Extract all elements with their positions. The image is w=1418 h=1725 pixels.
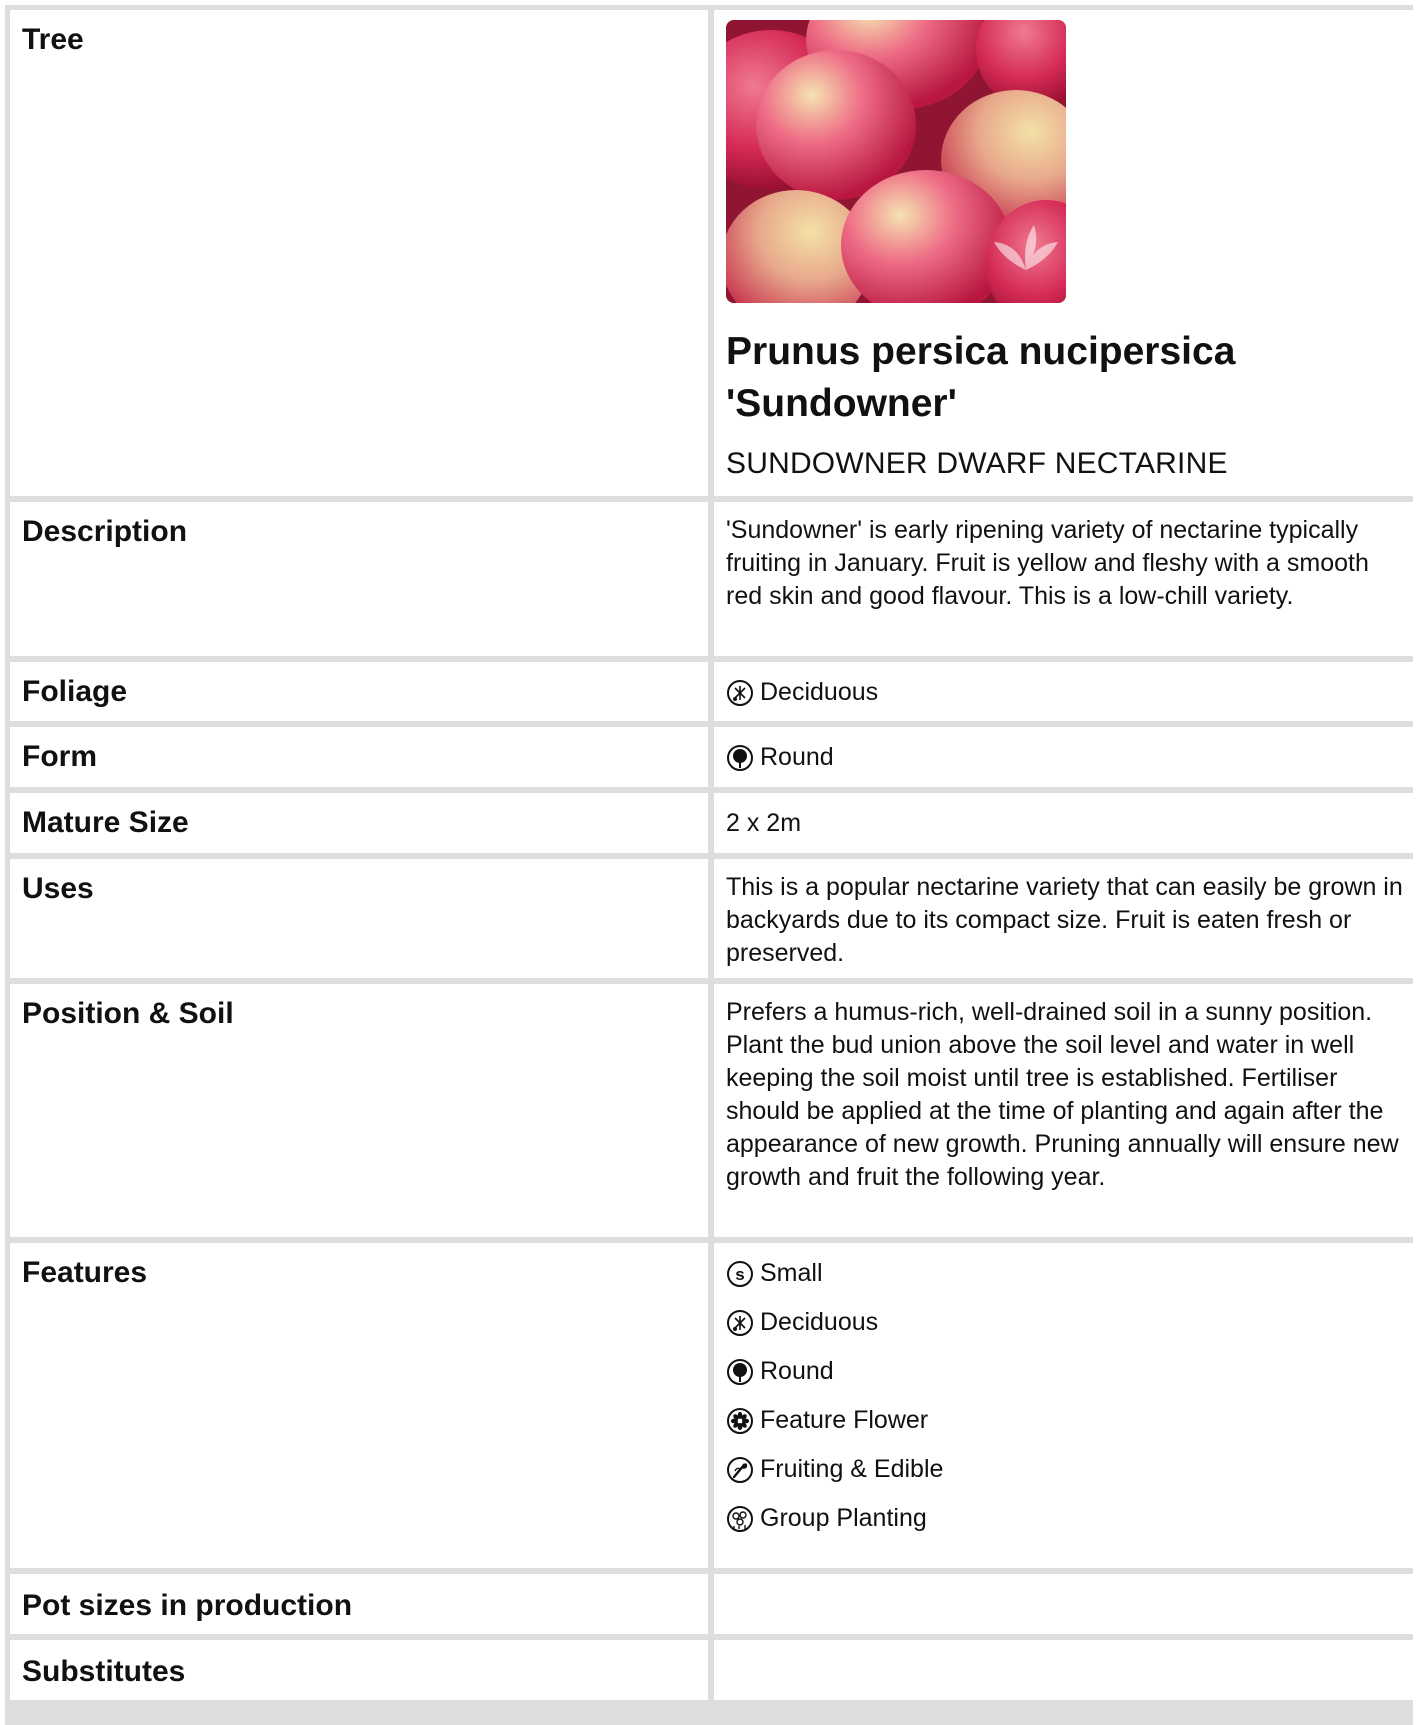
foliage-item: Deciduous <box>726 676 1404 709</box>
nectarine-photo <box>726 20 1066 303</box>
label-position-soil: Position & Soil <box>10 984 708 1237</box>
form-item: Round <box>726 741 1404 774</box>
label-description: Description <box>10 502 708 656</box>
label-features: Features <box>10 1243 708 1568</box>
round-form-icon <box>726 744 754 772</box>
feature-item: Fruiting & Edible <box>726 1453 1404 1486</box>
feature-label: Deciduous <box>760 1308 879 1336</box>
deciduous-icon <box>726 679 754 707</box>
feature-label: Round <box>760 1357 834 1385</box>
mature-size-value: 2 x 2m <box>714 793 1416 853</box>
botanical-name: Prunus persica nucipersica 'Sundowner' <box>726 330 1236 425</box>
feature-label: Feature Flower <box>760 1406 929 1434</box>
feature-label: Group Planting <box>760 1504 927 1532</box>
group-planting-icon <box>726 1505 754 1533</box>
nectarine-image <box>726 20 1066 303</box>
tree-header-cell: Prunus persica nucipersica 'Sundowner' S… <box>714 10 1416 496</box>
deciduous-icon <box>726 1309 754 1337</box>
round-form-icon <box>726 1358 754 1386</box>
feature-item: s Small <box>726 1257 1404 1290</box>
label-foliage: Foliage <box>10 662 708 721</box>
small-icon: s <box>726 1260 754 1288</box>
svg-text:s: s <box>735 1265 744 1284</box>
feature-label: Small <box>760 1259 823 1287</box>
feature-item: Feature Flower <box>726 1404 1404 1437</box>
label-tree: Tree <box>10 10 708 496</box>
features-list: s Small Deciduous Round Feature Flower F… <box>714 1243 1416 1568</box>
foliage-value: Deciduous <box>714 662 1416 721</box>
feature-flower-icon <box>726 1407 754 1435</box>
label-uses: Uses <box>10 859 708 978</box>
common-name: SUNDOWNER DWARF NECTARINE <box>726 447 1228 480</box>
form-label: Round <box>760 743 834 771</box>
label-form: Form <box>10 727 708 787</box>
substitutes-value <box>714 1640 1416 1700</box>
feature-label: Fruiting & Edible <box>760 1455 944 1483</box>
form-value: Round <box>714 727 1416 787</box>
label-substitutes: Substitutes <box>10 1640 708 1700</box>
fruiting-edible-icon <box>726 1456 754 1484</box>
label-pot-sizes: Pot sizes in production <box>10 1574 708 1634</box>
uses-text: This is a popular nectarine variety that… <box>714 859 1416 978</box>
plant-info-table: Tree Prunus persica nucipersica 'Sundown… <box>5 5 1416 1725</box>
position-soil-text: Prefers a humus-rich, well-drained soil … <box>714 984 1416 1237</box>
feature-item: Deciduous <box>726 1306 1404 1339</box>
feature-item: Round <box>726 1355 1404 1388</box>
pot-sizes-value <box>714 1574 1416 1634</box>
label-mature-size: Mature Size <box>10 793 708 853</box>
description-text: 'Sundowner' is early ripening variety of… <box>714 502 1416 656</box>
foliage-label: Deciduous <box>760 678 879 706</box>
feature-item: Group Planting <box>726 1502 1404 1535</box>
